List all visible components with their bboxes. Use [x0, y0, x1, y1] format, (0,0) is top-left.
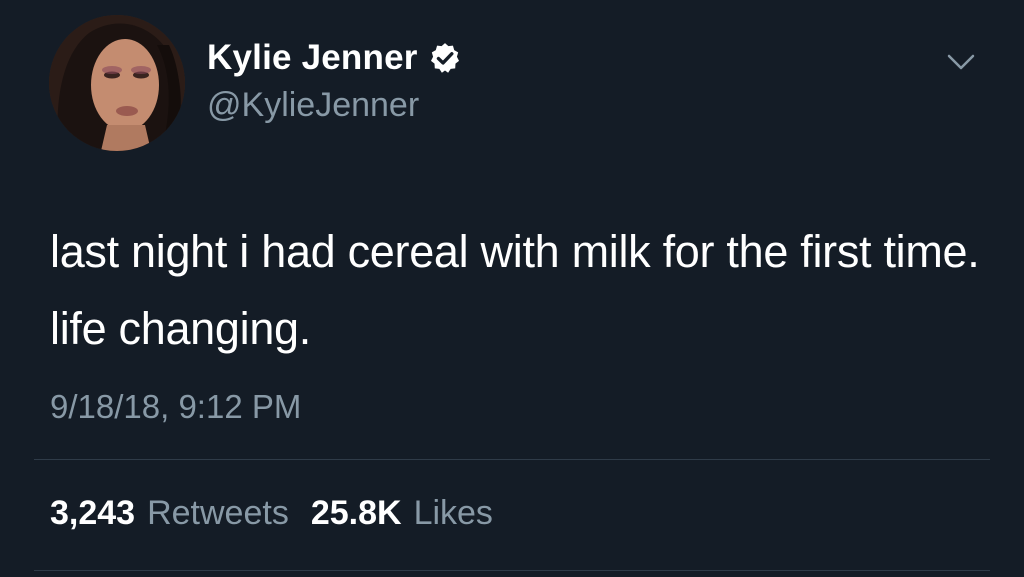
tweet-stats: 3,243 Retweets 25.8K Likes [50, 494, 515, 533]
avatar[interactable] [49, 15, 185, 151]
verified-badge-icon [430, 43, 459, 73]
tweet-timestamp[interactable]: 9/18/18, 9:12 PM [50, 388, 301, 426]
tweet-card: Kylie Jenner @KylieJenner last night i h… [0, 0, 1024, 577]
display-name[interactable]: Kylie Jenner [207, 38, 418, 78]
author-name-row[interactable]: Kylie Jenner [207, 38, 462, 78]
retweets-label[interactable]: Retweets [147, 494, 289, 533]
retweets-count[interactable]: 3,243 [50, 494, 135, 533]
chevron-down-icon[interactable] [944, 48, 978, 76]
tweet-text: last night i had cereal with milk for th… [50, 226, 980, 354]
likes-label[interactable]: Likes [414, 494, 493, 533]
likes-count[interactable]: 25.8K [311, 494, 402, 533]
divider [34, 570, 990, 571]
author-handle[interactable]: @KylieJenner [207, 86, 419, 125]
avatar-image [49, 15, 185, 151]
divider [34, 459, 990, 460]
